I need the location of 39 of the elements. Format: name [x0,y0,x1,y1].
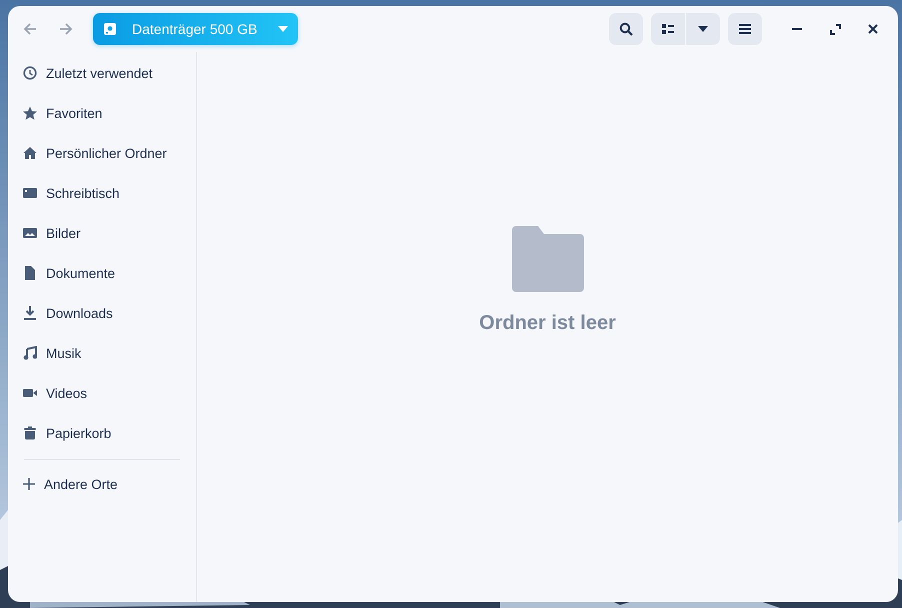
sidebar-item[interactable]: Favoriten [8,93,196,133]
clock-icon [23,66,37,80]
forward-arrow-icon [58,21,74,37]
music-note-icon [23,346,37,360]
sidebar-item[interactable]: Persönlicher Ordner [8,133,196,173]
maximize-icon [830,24,840,34]
star-icon [23,106,37,120]
folder-icon [512,226,584,292]
empty-folder-message: Ordner ist leer [479,312,616,335]
back-arrow-icon [22,21,38,37]
search-button[interactable] [609,13,643,45]
sidebar-item[interactable]: Downloads [8,293,196,333]
sidebar-item[interactable]: Andere Orte [8,464,196,504]
sidebar-item[interactable]: Bilder [8,213,196,253]
trash-icon [23,426,37,440]
document-icon [23,266,37,280]
plus-icon [23,478,35,490]
sidebar-item[interactable]: Musik [8,333,196,373]
search-icon [619,22,633,36]
download-icon [23,306,37,320]
sidebar-item[interactable]: Schreibtisch [8,173,196,213]
video-camera-icon [23,386,37,400]
view-options-button[interactable] [686,13,720,45]
sidebar-item[interactable]: Zuletzt verwendet [8,53,196,93]
list-view-icon [661,23,675,35]
caret-icon [278,26,288,32]
sidebar-item[interactable]: Dokumente [8,253,196,293]
view-button[interactable] [651,13,685,45]
sidebar-item[interactable]: Papierkorb [8,413,196,453]
drive-icon [103,22,117,36]
image-icon [23,226,37,240]
caret-icon [698,26,708,32]
menu-icon [739,24,751,34]
menu-button[interactable] [728,13,762,45]
desktop-icon [23,186,37,200]
home-icon [23,146,37,160]
sidebar-item[interactable]: Videos [8,373,196,413]
minimize-icon [792,28,802,30]
close-icon [868,24,878,34]
